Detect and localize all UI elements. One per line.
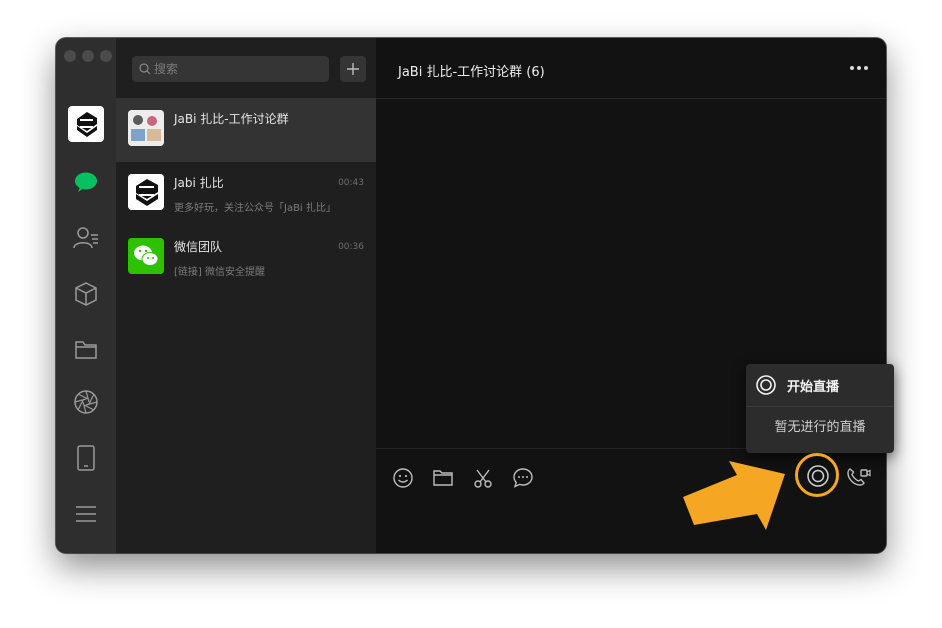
chat-item-jabi[interactable]: Jabi 扎比 00:43 更多好玩，关注公众号「JaBi 扎比」 (116, 162, 376, 226)
sidebar-item-favorites[interactable] (56, 274, 116, 314)
sidebar-item-phone[interactable] (56, 438, 116, 478)
wechat-logo-icon (128, 238, 164, 274)
moments-icon (74, 390, 98, 414)
chat-time: 00:36 (338, 242, 364, 252)
group-avatar-icon (128, 110, 164, 146)
chat-item-group[interactable]: JaBi 扎比-工作讨论群 (116, 98, 376, 162)
sidebar-item-moments[interactable] (56, 382, 116, 422)
contacts-icon (73, 227, 98, 249)
live-stream-icon (756, 375, 776, 395)
chat-bubble-icon (513, 468, 533, 488)
plus-icon (347, 63, 359, 75)
user-avatar[interactable] (68, 106, 104, 142)
app-logo-icon (77, 112, 97, 137)
dot-icon (864, 66, 868, 70)
chat-preview: 更多好玩，关注公众号「JaBi 扎比」 (174, 203, 336, 214)
wechat-window: JaBi 扎比-工作讨论群 Jabi 扎比 00:43 更多好玩，关注公众号「J… (56, 38, 886, 553)
live-stream-button[interactable] (805, 463, 831, 489)
folder-icon (75, 341, 97, 359)
search-input[interactable] (154, 62, 314, 76)
search-icon (139, 63, 151, 75)
chat-item-wechat-team[interactable]: 微信团队 00:36 [链接] 微信安全提醒 (116, 226, 376, 290)
sidebar (56, 38, 116, 553)
wechat-team-avatar (128, 238, 164, 274)
add-chat-button[interactable] (340, 56, 366, 82)
sidebar-item-menu[interactable] (56, 494, 116, 534)
send-file-button[interactable] (430, 465, 456, 491)
more-options-button[interactable] (846, 58, 872, 78)
zoom-window-button[interactable] (100, 50, 112, 62)
no-live-label: 暂无进行的直播 (774, 420, 866, 435)
chat-name: JaBi 扎比-工作讨论群 (174, 112, 289, 126)
phone-icon (77, 445, 95, 471)
voice-video-call-button[interactable] (846, 466, 872, 488)
dot-icon (857, 66, 861, 70)
chat-header: JaBi 扎比-工作讨论群 (6) (376, 38, 886, 99)
sidebar-item-files[interactable] (56, 330, 116, 370)
start-live-label: 开始直播 (787, 379, 840, 395)
chat-preview: [链接] 微信安全提醒 (174, 267, 265, 278)
sidebar-item-chats[interactable] (56, 162, 116, 202)
box-icon (75, 282, 97, 306)
sidebar-item-contacts[interactable] (56, 218, 116, 258)
screenshot-button[interactable] (470, 465, 496, 491)
chat-title: JaBi 扎比-工作讨论群 (6) (398, 65, 545, 80)
emoji-button[interactable] (390, 465, 416, 491)
minimize-window-button[interactable] (82, 50, 94, 62)
video-call-icon (847, 468, 871, 486)
emoji-icon (393, 468, 413, 488)
live-stream-icon (807, 465, 829, 487)
chat-list-panel: JaBi 扎比-工作讨论群 Jabi 扎比 00:43 更多好玩，关注公众号「J… (116, 38, 376, 553)
search-box[interactable] (132, 56, 329, 82)
chat-name: 微信团队 (174, 240, 223, 254)
jabi-avatar (128, 174, 164, 210)
chat-history-button[interactable] (510, 465, 536, 491)
live-popup-menu: 开始直播 暂无进行的直播 (746, 364, 894, 453)
folder-icon (433, 470, 453, 486)
app-logo-icon (128, 174, 164, 210)
chat-time: 00:43 (338, 178, 364, 188)
scissors-icon (474, 469, 492, 488)
group-avatar (128, 110, 164, 146)
dot-icon (850, 66, 854, 70)
chat-icon (75, 172, 97, 192)
chat-name: Jabi 扎比 (174, 176, 224, 190)
menu-icon (76, 506, 96, 522)
close-window-button[interactable] (64, 50, 76, 62)
start-live-menu-item[interactable]: 开始直播 (746, 364, 894, 406)
menu-divider (746, 406, 894, 407)
window-controls (64, 50, 112, 62)
